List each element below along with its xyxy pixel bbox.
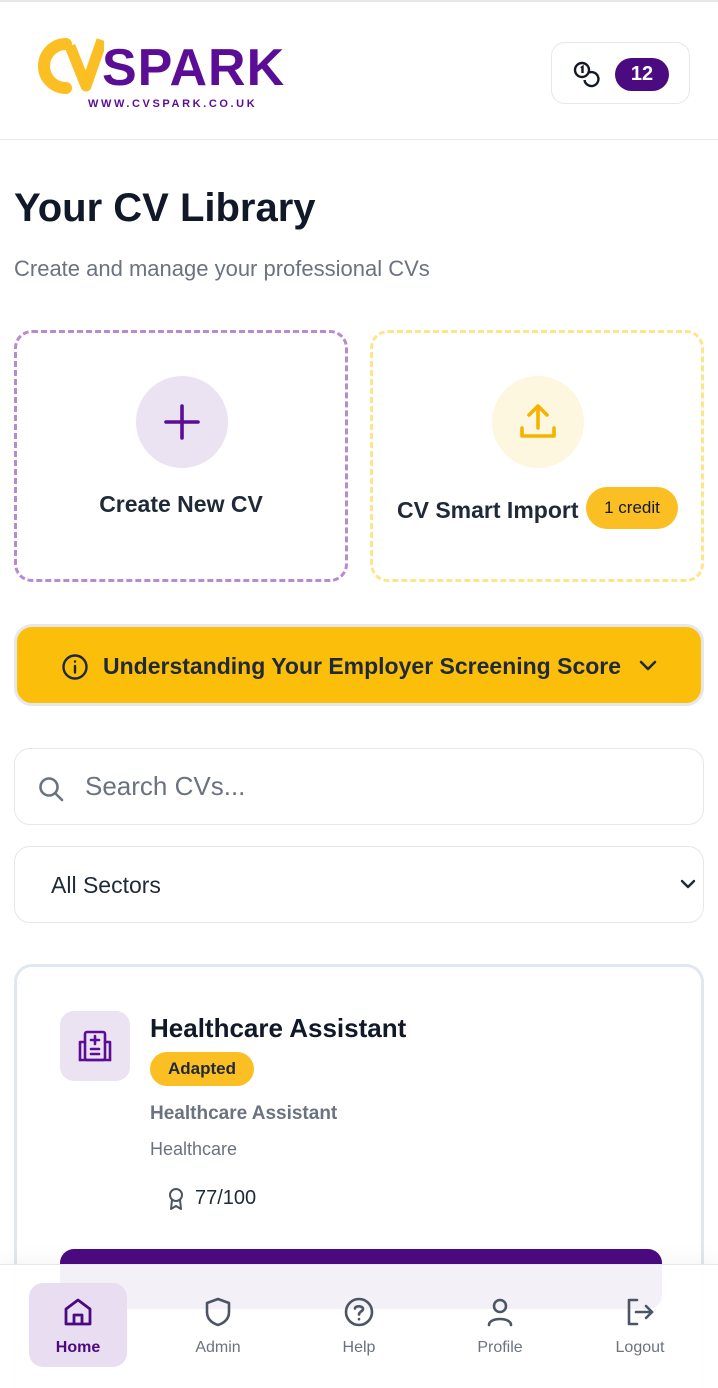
nav-item-help[interactable]: Help [310, 1283, 408, 1367]
nav-label-home: Home [55, 1339, 101, 1356]
screening-score-title: Understanding Your Employer Screening Sc… [103, 653, 622, 679]
sector-filter-select[interactable]: All Sectors [14, 846, 704, 923]
create-new-cv-card[interactable]: Create New CV [14, 330, 348, 582]
page-title: Your CV Library [14, 186, 316, 230]
cv-title: Healthcare Assistant [150, 1013, 407, 1043]
nav-label-logout: Logout [615, 1339, 665, 1356]
cv-role: Healthcare Assistant [150, 1103, 338, 1124]
cv-sector-icon-box [60, 1011, 130, 1081]
chevron-down-icon [639, 660, 657, 671]
award-icon [169, 1188, 183, 1210]
create-new-cv-label: Create New CV [99, 491, 263, 517]
cv-score: 77/100 [195, 1187, 257, 1209]
shield-icon [205, 1297, 231, 1327]
import-icon-circle [492, 376, 584, 468]
plus-icon [164, 404, 200, 440]
nav-item-home[interactable]: Home [29, 1283, 127, 1367]
search-input[interactable] [85, 749, 685, 824]
user-icon [487, 1298, 513, 1327]
help-circle-icon [344, 1297, 374, 1327]
search-box [14, 748, 704, 825]
credits-widget[interactable]: 12 [551, 42, 690, 104]
bottom-navigation: Home Admin Help Profile Logout [0, 1264, 718, 1388]
screening-score-accordion[interactable]: Understanding Your Employer Screening Sc… [14, 624, 704, 706]
cv-status-badge: Adapted [150, 1052, 254, 1086]
nav-label-help: Help [342, 1339, 376, 1356]
cv-smart-import-label: CV Smart Import [397, 497, 579, 523]
coins-icon [573, 61, 600, 88]
brand-url: WWW.CVSPARK.CO.UK [88, 98, 258, 110]
credit-cost-badge: 1 credit [586, 487, 678, 529]
sector-filter-value: All Sectors [51, 872, 161, 898]
upload-icon [520, 404, 556, 438]
nav-label-profile: Profile [477, 1339, 523, 1356]
credits-count-badge: 12 [615, 58, 669, 91]
info-icon [62, 654, 88, 680]
search-icon [39, 777, 64, 802]
hospital-icon [78, 1030, 112, 1062]
nav-label-admin: Admin [195, 1339, 241, 1356]
home-icon [64, 1298, 92, 1326]
cv-smart-import-card[interactable]: CV Smart Import 1 credit [370, 330, 704, 582]
nav-item-logout[interactable]: Logout [591, 1283, 689, 1367]
logo-mark-icon [38, 38, 104, 94]
brand-name: SPARK [102, 39, 286, 97]
nav-item-admin[interactable]: Admin [169, 1283, 267, 1367]
nav-item-profile[interactable]: Profile [451, 1283, 549, 1367]
create-icon-circle [136, 376, 228, 468]
logout-icon [627, 1298, 654, 1326]
page-subtitle: Create and manage your professional CVs [14, 256, 430, 281]
cv-sector: Healthcare [150, 1139, 238, 1159]
brand-logo[interactable]: SPARK WWW.CVSPARK.CO.UK [36, 36, 296, 112]
app-header: SPARK WWW.CVSPARK.CO.UK 12 [0, 0, 718, 140]
chevron-down-icon [680, 879, 696, 889]
